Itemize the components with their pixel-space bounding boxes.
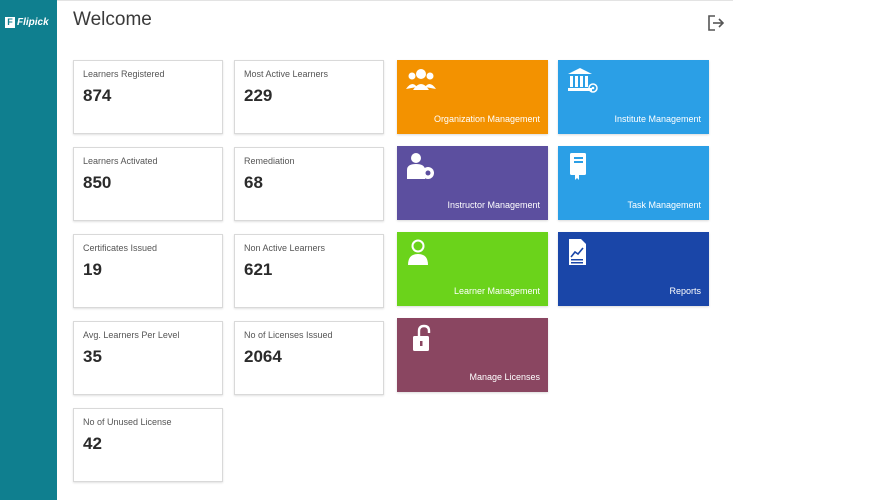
tile-label: Learner Management <box>453 286 540 296</box>
stat-card-remediation: Remediation 68 <box>234 147 384 221</box>
stat-card-most-active-learners: Most Active Learners 229 <box>234 60 384 134</box>
stat-card-non-active-learners: Non Active Learners 621 <box>234 234 384 308</box>
learner-icon <box>408 239 428 265</box>
tile-label: Institute Management <box>614 114 701 124</box>
tile-label: Manage Licenses <box>469 372 540 382</box>
stat-label: Remediation <box>244 156 295 166</box>
stat-value: 68 <box>244 173 263 192</box>
stat-label: Learners Registered <box>83 69 165 79</box>
task-book-icon <box>570 153 586 180</box>
tile-instructor-management[interactable]: Instructor Management <box>397 146 548 220</box>
stat-value: 19 <box>83 260 102 279</box>
logout-button[interactable] <box>706 14 726 32</box>
logo-text: Flipick <box>17 16 49 28</box>
stat-value: 850 <box>83 173 112 192</box>
instructor-icon <box>407 153 434 179</box>
stat-value: 35 <box>83 347 102 366</box>
tile-manage-licenses[interactable]: Manage Licenses <box>397 318 548 392</box>
report-chart-icon <box>569 239 586 265</box>
logo-mark: F <box>5 16 15 28</box>
stat-label: Non Active Learners <box>244 243 326 253</box>
stat-card-unused-license: No of Unused License 42 <box>73 408 223 482</box>
page-title: Welcome <box>73 9 152 30</box>
app-logo[interactable]: F Flipick <box>5 15 49 29</box>
padlock-icon <box>413 324 431 351</box>
stat-value: 2064 <box>244 347 282 366</box>
tile-label: Reports <box>669 286 701 296</box>
stat-label: Certificates Issued <box>83 243 158 253</box>
tile-reports[interactable]: Reports <box>558 232 709 306</box>
tile-label: Instructor Management <box>447 200 540 210</box>
tile-label: Task Management <box>627 200 701 210</box>
stat-label: No of Unused License <box>83 417 172 427</box>
stat-card-learners-registered: Learners Registered 874 <box>73 60 223 134</box>
users-group-icon <box>406 69 436 90</box>
stat-card-learners-activated: Learners Activated 850 <box>73 147 223 221</box>
stat-label: No of Licenses Issued <box>244 330 333 340</box>
stat-label: Learners Activated <box>83 156 158 166</box>
tile-task-management[interactable]: Task Management <box>558 146 709 220</box>
tile-learner-management[interactable]: Learner Management <box>397 232 548 306</box>
header-divider <box>57 0 733 1</box>
stat-value: 621 <box>244 260 273 279</box>
tile-label: Organization Management <box>433 114 540 124</box>
tile-organization-management[interactable]: Organization Management <box>397 60 548 134</box>
logout-icon <box>708 15 725 31</box>
stat-label: Most Active Learners <box>244 69 329 79</box>
stat-card-avg-learners-per-level: Avg. Learners Per Level 35 <box>73 321 223 395</box>
stat-label: Avg. Learners Per Level <box>83 330 180 340</box>
stat-value: 229 <box>244 86 273 105</box>
stat-value: 874 <box>83 86 112 105</box>
stat-card-certificates-issued: Certificates Issued 19 <box>73 234 223 308</box>
stat-value: 42 <box>83 434 102 453</box>
sidebar: F Flipick <box>0 0 57 500</box>
institute-building-icon <box>568 68 598 93</box>
tile-institute-management[interactable]: Institute Management <box>558 60 709 134</box>
stat-card-licenses-issued: No of Licenses Issued 2064 <box>234 321 384 395</box>
